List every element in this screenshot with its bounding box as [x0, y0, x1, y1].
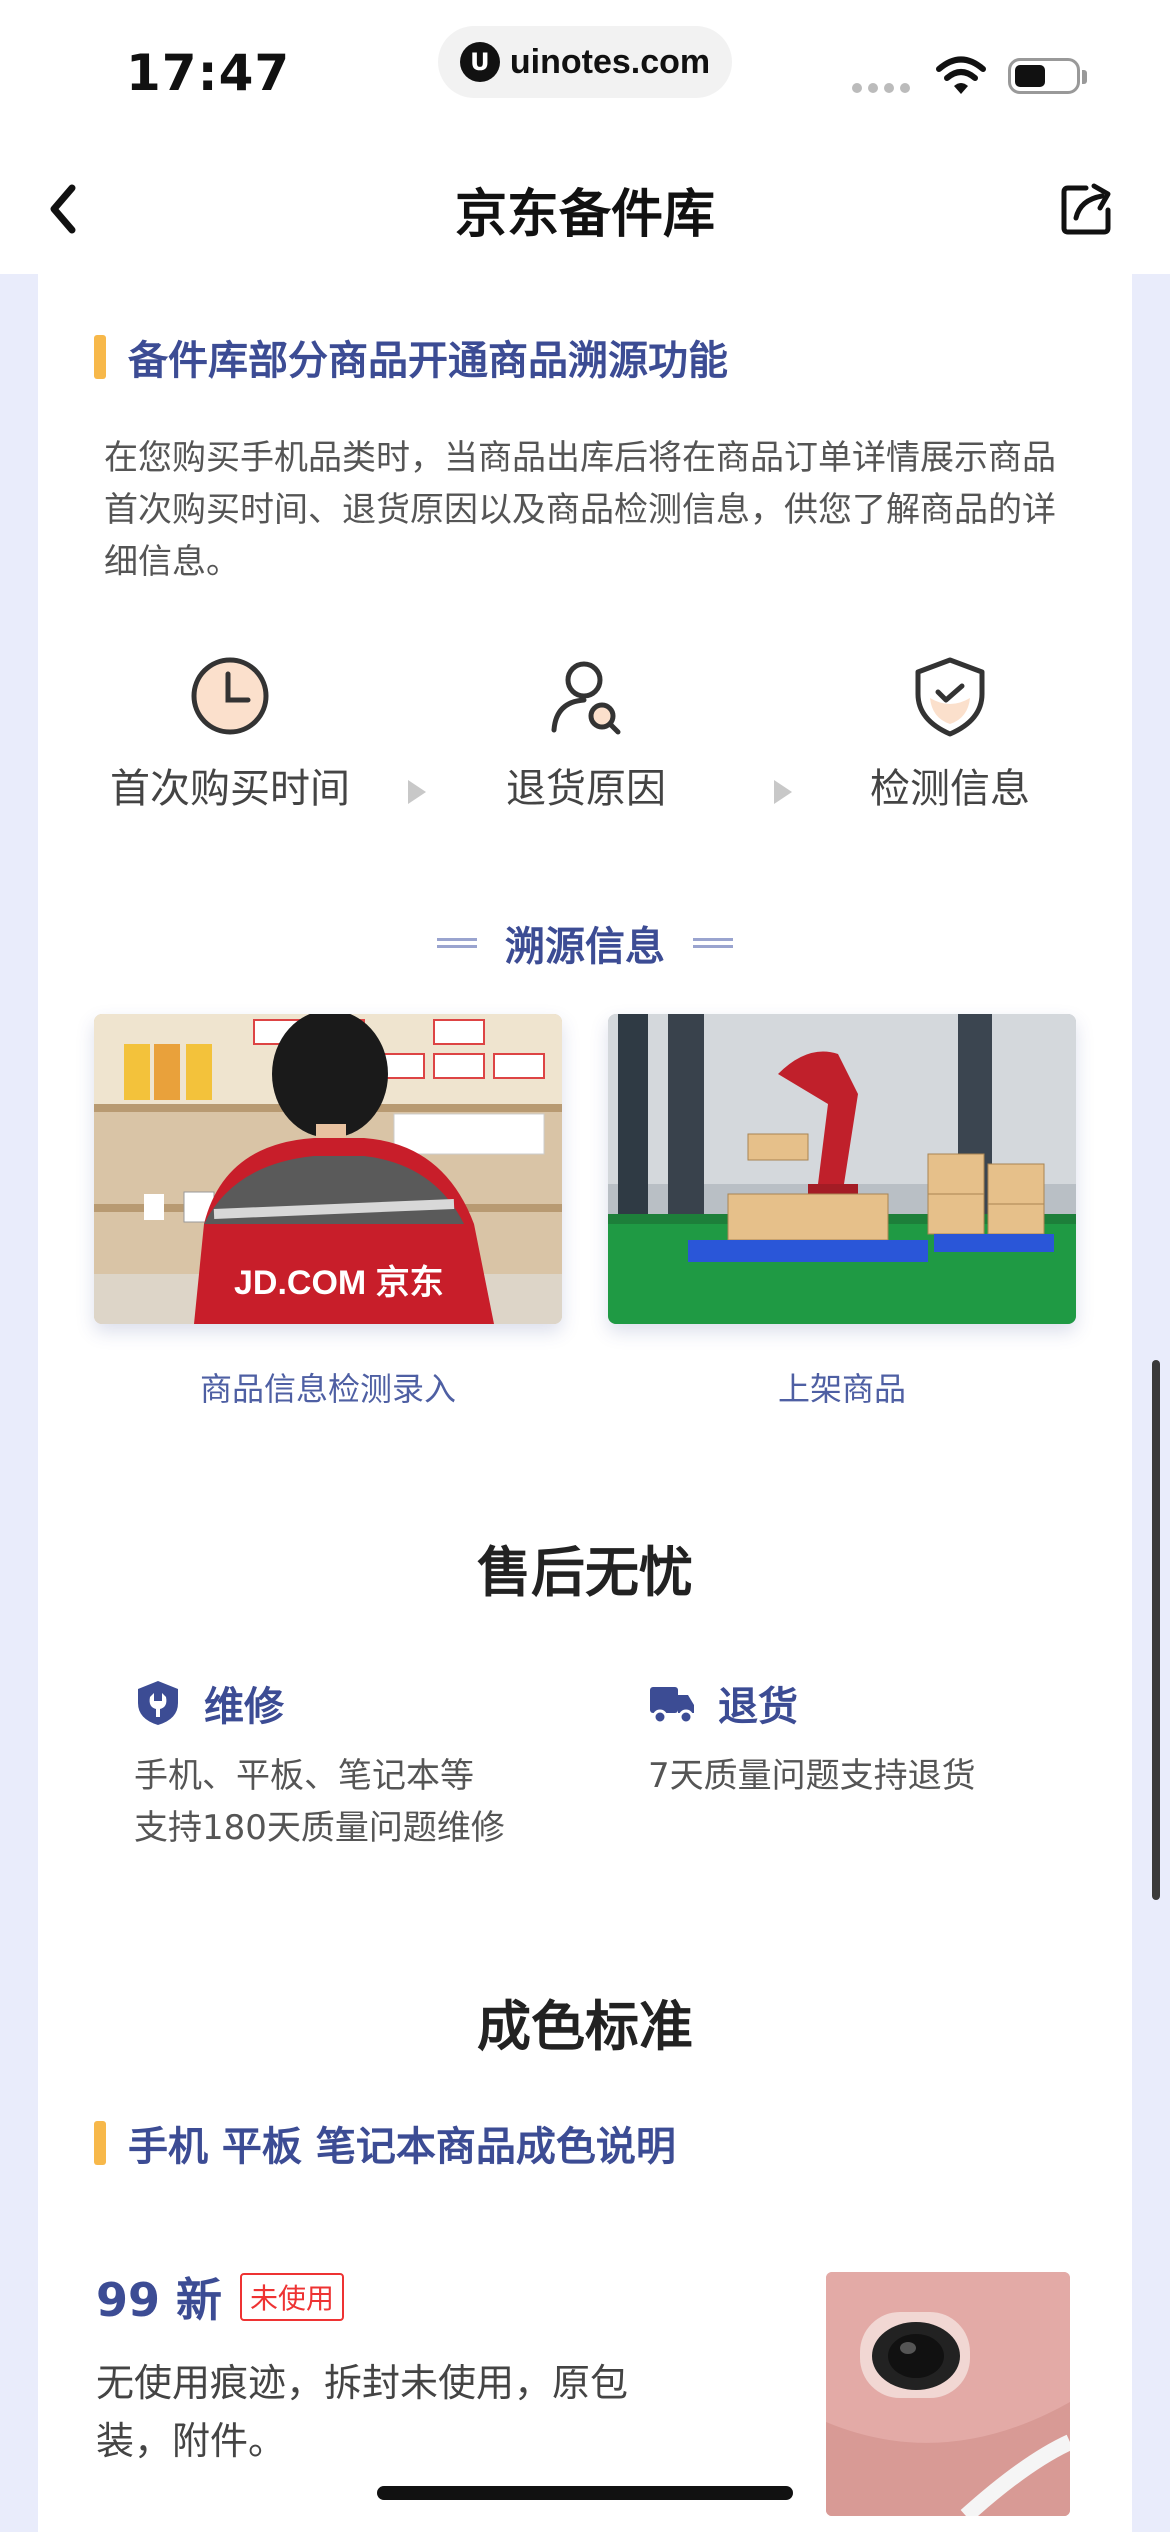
step-label: 检测信息 [870, 766, 1030, 812]
grade-section-header: 手机 平板 笔记本商品成色说明 [94, 2114, 676, 2172]
url-text: uinotes.com [509, 42, 711, 81]
clock-icon [191, 657, 269, 735]
content-card: 备件库部分商品开通商品溯源功能 在您购买手机品类时，当商品出库后将在商品订单详情… [38, 274, 1132, 2532]
photo-inspection[interactable]: JD.COM 京东 [94, 1014, 562, 1324]
grade-num: 99 新 [96, 2273, 223, 2327]
unused-badge: 未使用 [240, 2273, 345, 2321]
trace-intro-text: 在您购买手机品类时，当商品出库后将在商品订单详情展示商品首次购买时间、退货原因以… [104, 438, 1056, 582]
service-desc-line: 7天质量问题支持退货 [648, 1756, 976, 1796]
shield-check-icon [915, 657, 985, 737]
trace-subtitle-text: 溯源信息 [505, 924, 665, 970]
shelving-photo-image [608, 1014, 1076, 1324]
service-desc-line: 手机、平板、笔记本等 [134, 1756, 474, 1796]
service-desc-line: 支持180天质量问题维修 [134, 1808, 505, 1848]
battery-icon [1008, 58, 1080, 94]
battery-cap [1082, 70, 1087, 84]
url-pill[interactable]: U uinotes.com [438, 26, 732, 98]
step-inspection-info: 检测信息 [800, 654, 1100, 814]
cellular-signal-icon [852, 83, 910, 93]
photo-caption-shelving: 上架商品 [777, 1370, 906, 1408]
inspection-photo-image: JD.COM 京东 [94, 1014, 562, 1324]
section-accent-bar [94, 2121, 106, 2165]
step-label: 首次购买时间 [110, 766, 350, 812]
home-indicator[interactable] [377, 2486, 793, 2500]
shield-wrench-icon [138, 1681, 178, 1725]
step-label: 退货原因 [506, 766, 666, 812]
page-title: 京东备件库 [454, 185, 715, 245]
service-return: 退货 7天质量问题支持退货 [648, 1674, 976, 1802]
grade-section-title: 手机 平板 笔记本商品成色说明 [128, 2124, 676, 2170]
service-desc: 手机、平板、笔记本等 支持180天质量问题维修 [134, 1750, 505, 1854]
section-accent-bar [94, 335, 106, 379]
trace-section-title: 备件库部分商品开通商品溯源功能 [128, 338, 728, 384]
scrollbar[interactable] [1152, 1360, 1160, 1900]
nav-bar: 京东备件库 [0, 150, 1170, 274]
photo-shelving[interactable] [608, 1014, 1076, 1324]
share-icon[interactable] [1058, 178, 1118, 238]
grade-desc: 无使用痕迹，拆封未使用，原包装，附件。 [96, 2361, 629, 2463]
jacket-text: JD.COM 京东 [234, 1263, 444, 1302]
step-purchase-time: 首次购买时间 [80, 654, 380, 814]
phone-photo-image [826, 2272, 1070, 2516]
grade-phone-photo [826, 2272, 1070, 2516]
status-time: 17:47 [126, 44, 291, 102]
step-return-reason: 退货原因 [436, 654, 736, 814]
grade-title: 成色标准 [477, 1995, 693, 2058]
step-arrow-icon [774, 780, 792, 804]
trace-subtitle: 溯源信息 [38, 914, 1132, 972]
decor-dash [693, 938, 733, 948]
service-title: 退货 [718, 1684, 798, 1730]
service-desc: 7天质量问题支持退货 [648, 1750, 976, 1802]
decor-dash [437, 938, 477, 948]
wifi-icon [936, 56, 986, 94]
service-repair: 维修 手机、平板、笔记本等 支持180天质量问题维修 [134, 1674, 505, 1854]
photo-caption-inspection: 商品信息检测录入 [199, 1370, 456, 1408]
after-sales-title: 售后无忧 [477, 1541, 693, 1604]
status-bar: 17:47 U uinotes.com [0, 0, 1170, 150]
trace-section-header: 备件库部分商品开通商品溯源功能 [94, 328, 728, 386]
site-logo-icon: U [459, 42, 500, 82]
truck-icon [650, 1687, 694, 1725]
trace-steps: 首次购买时间 退货原因 检测信息 [38, 654, 1132, 812]
service-title: 维修 [204, 1684, 284, 1730]
user-search-icon [551, 661, 621, 735]
step-arrow-icon [408, 780, 426, 804]
